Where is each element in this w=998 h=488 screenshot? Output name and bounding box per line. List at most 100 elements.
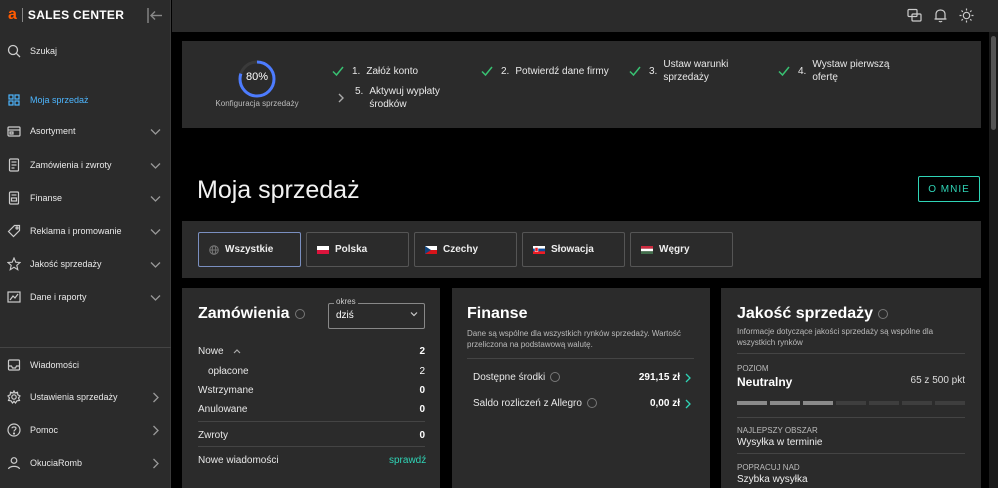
card-icon xyxy=(7,126,21,137)
tab-slowacja[interactable]: Słowacja xyxy=(522,232,625,267)
sidebar-item-label: Zamówienia i zwroty xyxy=(30,160,112,170)
onboarding-step-3[interactable]: 3. Ustaw warunki sprzedaży xyxy=(629,58,728,84)
settlement-row[interactable]: Saldo rozliczeń z Allegro xyxy=(473,398,597,409)
progress-label: Konfiguracja sprzedaży xyxy=(215,99,299,108)
lightbulb-icon[interactable] xyxy=(959,8,974,23)
tab-label: Czechy xyxy=(443,244,479,255)
progress-percent: 80% xyxy=(245,71,269,83)
sidebar-item-jakosc[interactable]: Jakość sprzedaży xyxy=(0,250,171,278)
info-icon[interactable] xyxy=(878,308,889,319)
chevron-right-icon[interactable] xyxy=(684,373,692,383)
sidebar-item-account[interactable]: OkuciaRomb xyxy=(0,449,171,477)
divider xyxy=(467,358,694,359)
sidebar-divider xyxy=(0,347,171,348)
onboarding-step-1[interactable]: 1. Załóż konto xyxy=(332,65,418,78)
check-icon xyxy=(332,66,344,77)
grid-icon xyxy=(8,94,20,106)
level-segment xyxy=(737,401,767,405)
check-icon xyxy=(778,66,790,77)
chevron-right-icon xyxy=(153,458,159,468)
sidebar: a SALES CENTER Szukaj Moja sprzedaż Asor… xyxy=(0,0,171,488)
settlement-value: 0,00 zł xyxy=(649,398,680,409)
orders-cancelled-value: 0 xyxy=(419,404,425,415)
best-area-label: NAJLEPSZY OBSZAR xyxy=(737,426,818,435)
level-segment xyxy=(836,401,866,405)
scrollbar[interactable] xyxy=(989,32,998,488)
sidebar-search[interactable]: Szukaj xyxy=(0,37,171,65)
sidebar-item-zamowienia[interactable]: Zamówienia i zwroty xyxy=(0,151,171,179)
sidebar-item-finanse[interactable]: Finanse xyxy=(0,184,171,212)
sidebar-item-label: Pomoc xyxy=(30,425,59,435)
tab-polska[interactable]: Polska xyxy=(306,232,409,267)
orders-cancelled-row[interactable]: Anulowane xyxy=(198,404,247,415)
sidebar-item-asortyment[interactable]: Asortyment xyxy=(0,117,171,145)
tab-czechy[interactable]: Czechy xyxy=(414,232,517,267)
orders-title: Zamówienia xyxy=(198,305,305,323)
score-value: 65 z 500 pkt xyxy=(910,375,965,386)
sidebar-item-moja-sprzedaz[interactable]: Moja sprzedaż xyxy=(0,86,171,114)
bell-icon[interactable] xyxy=(933,8,948,23)
level-segment xyxy=(902,401,932,405)
inbox-icon xyxy=(7,359,21,371)
sidebar-item-label: Reklama i promowanie xyxy=(30,226,122,236)
chevron-down-icon xyxy=(150,128,161,135)
info-icon[interactable] xyxy=(550,372,561,383)
logo[interactable]: a SALES CENTER xyxy=(8,6,124,24)
chevron-down-icon xyxy=(150,294,161,301)
improve-value: Szybka wysyłka xyxy=(737,474,808,485)
returns-row[interactable]: Zwroty xyxy=(198,430,228,441)
best-area-value: Wysyłka w terminie xyxy=(737,437,823,448)
orders-held-row[interactable]: Wstrzymane xyxy=(198,385,254,396)
step-text: Aktywuj wypłaty środków xyxy=(369,86,440,110)
star-icon xyxy=(7,257,21,271)
wallet-icon xyxy=(8,191,20,205)
step-text: Załóż konto xyxy=(366,66,419,77)
level-segment xyxy=(770,401,800,405)
improve-label: POPRACUJ NAD xyxy=(737,463,800,472)
info-icon[interactable] xyxy=(586,398,597,409)
chevron-right-icon[interactable] xyxy=(684,399,692,409)
page-title: Moja sprzedaż xyxy=(197,176,360,204)
czech-flag-icon xyxy=(425,245,437,254)
tag-icon xyxy=(7,224,21,238)
sidebar-item-label: Wiadomości xyxy=(30,360,80,370)
sidebar-item-label: Asortyment xyxy=(30,126,76,136)
chevron-right-icon xyxy=(153,392,159,402)
tab-wszystkie[interactable]: Wszystkie xyxy=(198,232,301,267)
tab-wegry[interactable]: Węgry xyxy=(630,232,733,267)
chart-icon xyxy=(7,291,21,303)
sidebar-item-dane[interactable]: Dane i raporty xyxy=(0,283,171,311)
hungary-flag-icon xyxy=(641,245,653,254)
step-text: Potwierdź dane firmy xyxy=(515,66,609,77)
orders-paid-value: 2 xyxy=(419,366,425,377)
onboarding-step-4[interactable]: 4. Wystaw pierwszą ofertę xyxy=(778,58,890,84)
topbar xyxy=(172,0,998,32)
globe-icon xyxy=(209,244,219,255)
sidebar-item-reklama[interactable]: Reklama i promowanie xyxy=(0,217,171,245)
onboarding-step-5[interactable]: 5. Aktywuj wypłaty środków xyxy=(335,85,440,111)
check-messages-link[interactable]: sprawdź xyxy=(389,455,426,466)
scrollbar-thumb[interactable] xyxy=(991,36,996,130)
available-funds-row[interactable]: Dostępne środki xyxy=(473,372,561,383)
level-label: POZIOM xyxy=(737,364,769,373)
collapse-sidebar-icon[interactable] xyxy=(146,7,163,24)
about-button[interactable]: O MNIE xyxy=(918,176,980,202)
returns-value: 0 xyxy=(419,430,425,441)
onboarding-step-2[interactable]: 2. Potwierdź dane firmy xyxy=(481,65,609,78)
level-value: Neutralny xyxy=(737,375,793,389)
chevron-up-icon xyxy=(233,349,241,354)
document-list-icon xyxy=(8,158,20,172)
sidebar-item-ustawienia[interactable]: Ustawienia sprzedaży xyxy=(0,383,171,411)
chat-icon[interactable] xyxy=(907,8,922,23)
sidebar-item-wiadomosci[interactable]: Wiadomości xyxy=(0,351,171,379)
level-segment xyxy=(803,401,833,405)
sidebar-item-pomoc[interactable]: Pomoc xyxy=(0,416,171,444)
check-icon xyxy=(629,66,641,77)
divider xyxy=(198,446,425,447)
divider xyxy=(737,453,965,454)
info-icon[interactable] xyxy=(294,308,305,319)
check-icon xyxy=(481,66,493,77)
gear-icon xyxy=(7,390,21,404)
orders-new-row[interactable]: Nowe xyxy=(198,346,242,357)
tab-label: Słowacja xyxy=(551,244,594,255)
